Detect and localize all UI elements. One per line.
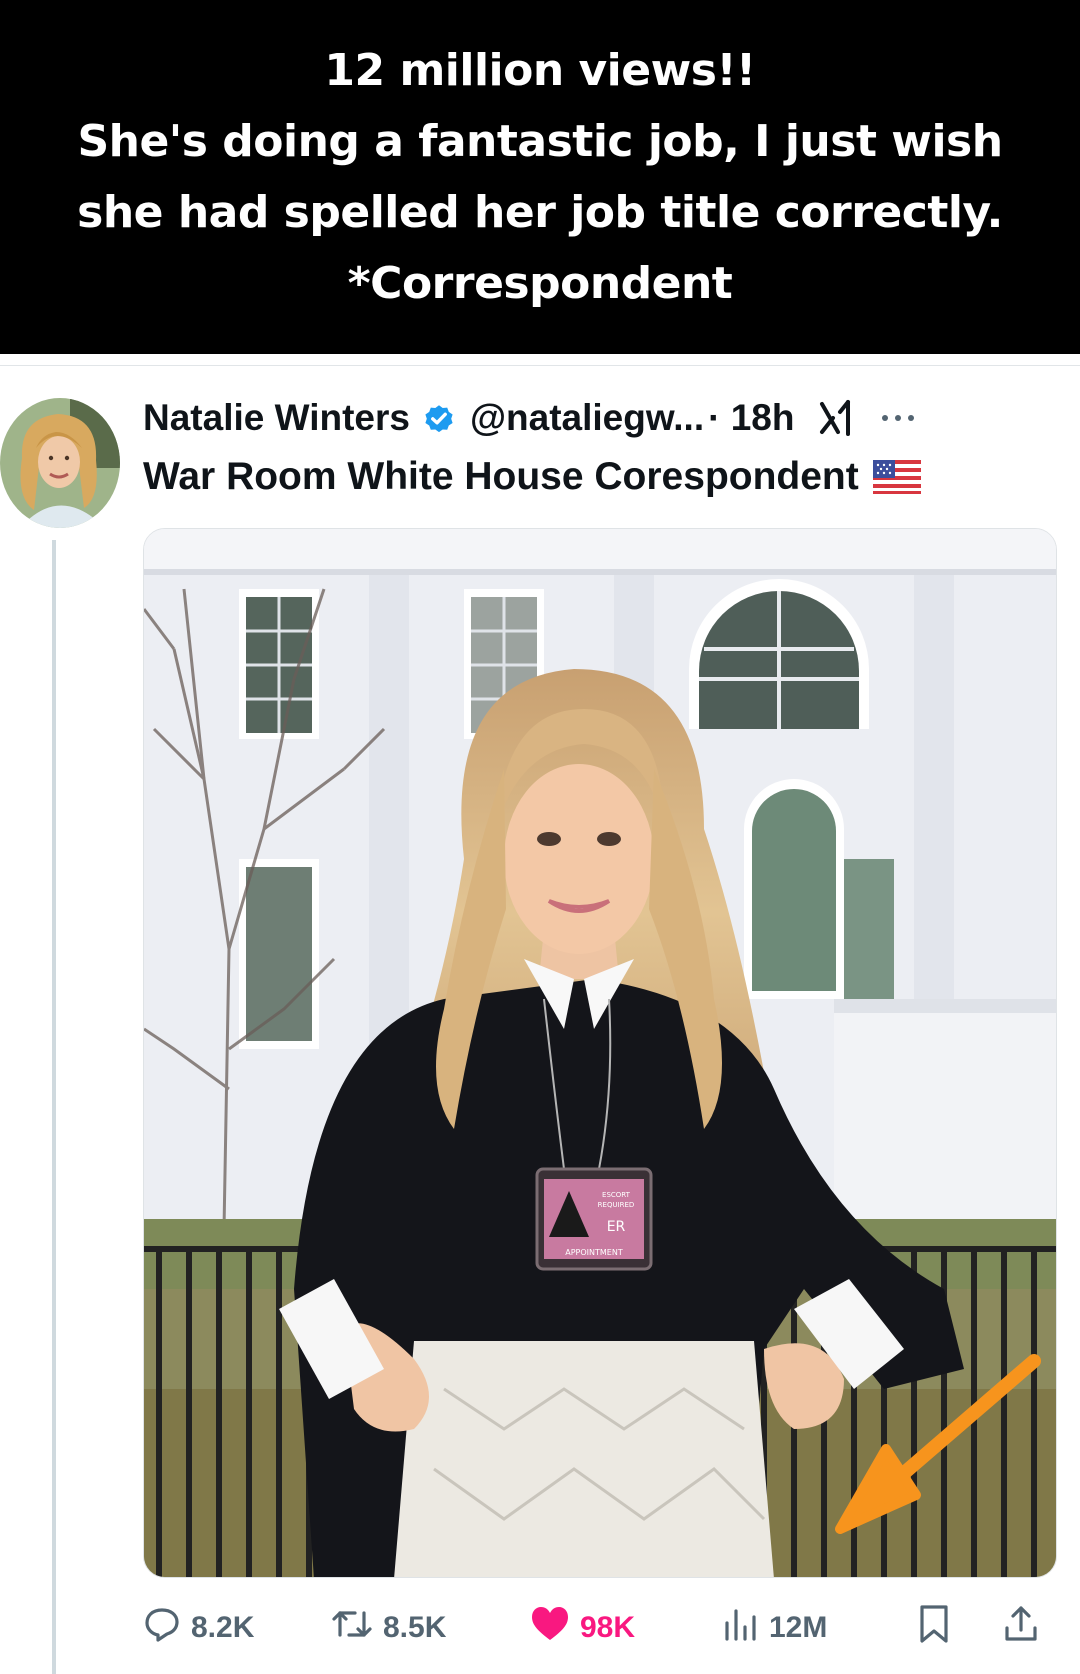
author-name[interactable]: Natalie Winters <box>143 397 410 439</box>
avatar[interactable] <box>0 398 120 528</box>
badge-letters: ER <box>607 1219 626 1235</box>
like-count: 98K <box>580 1611 636 1644</box>
action-bar: 8.2K 8.5K 98K 12M <box>143 1600 1057 1656</box>
retweet-button[interactable]: 8.5K <box>331 1600 446 1656</box>
views-button[interactable]: 12M <box>723 1600 827 1656</box>
tweet-text: War Room White House Corespondent <box>143 450 921 504</box>
bookmark-icon <box>918 1604 950 1652</box>
verified-icon <box>422 401 456 435</box>
caption-line-3: she had spelled her job title correctly. <box>77 187 1003 238</box>
divider <box>0 354 1080 366</box>
like-icon <box>530 1605 570 1651</box>
tweet-text-body: War Room White House Corespondent <box>143 455 859 498</box>
bookmark-button[interactable] <box>918 1600 950 1656</box>
flag-icon <box>872 460 921 494</box>
caption-line-1: 12 million views!! <box>324 45 756 96</box>
reply-count: 8.2K <box>191 1611 255 1644</box>
views-icon <box>723 1605 759 1651</box>
more-icon[interactable] <box>880 413 916 423</box>
tweet-photo[interactable]: ESCORT REQUIRED ER APPOINTMENT <box>143 528 1057 1578</box>
tweet-header: Natalie Winters @nataliegw... · 18h <box>143 388 1060 448</box>
share-icon <box>1003 1604 1039 1652</box>
avatar-image <box>0 398 120 528</box>
badge-line-1: ESCORT <box>602 1191 631 1199</box>
badge-line-2: REQUIRED <box>598 1201 635 1209</box>
press-badge: ESCORT REQUIRED ER APPOINTMENT <box>535 1167 653 1271</box>
badge-bottom: APPOINTMENT <box>565 1248 623 1257</box>
grok-icon[interactable] <box>818 398 856 438</box>
reply-button[interactable]: 8.2K <box>143 1600 254 1656</box>
caption-line-2: She's doing a fantastic job, I just wish <box>77 116 1003 167</box>
photo-image: ESCORT REQUIRED ER APPOINTMENT <box>144 529 1056 1577</box>
retweet-icon <box>331 1605 373 1651</box>
reply-icon <box>143 1605 181 1651</box>
share-button[interactable] <box>1003 1600 1039 1656</box>
post-time[interactable]: · 18h <box>708 397 794 439</box>
retweet-count: 8.5K <box>383 1611 447 1644</box>
like-button[interactable]: 98K <box>530 1600 635 1656</box>
caption-banner: 12 million views!! She's doing a fantast… <box>0 0 1080 354</box>
author-handle[interactable]: @nataliegw... <box>470 397 704 439</box>
thread-line <box>52 540 56 1674</box>
views-count: 12M <box>769 1611 828 1644</box>
caption-line-4: *Correspondent <box>347 258 733 309</box>
